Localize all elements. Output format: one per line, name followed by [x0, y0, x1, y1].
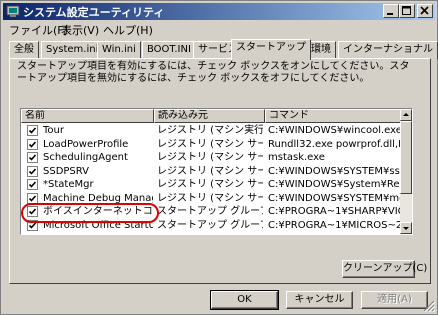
startup-item-checkbox[interactable]: [27, 219, 38, 231]
ok-button[interactable]: OK: [210, 290, 279, 310]
startup-item-row[interactable]: *StateMgr レジストリ (マシン サービス) C:¥WINDOWS¥Syst…: [21, 178, 401, 191]
checkmark-icon: [28, 167, 37, 175]
checkmark-icon: [28, 194, 37, 202]
startup-item-command: Rundll32.exe powrprof.dll,LoadCu: [268, 138, 400, 150]
startup-item-source: レジストリ (マシン実行): [157, 125, 263, 136]
startup-item-name: Tour: [43, 125, 64, 136]
scroll-down-button[interactable]: [400, 222, 412, 234]
startup-list[interactable]: 名前 読み込み元 コマンド Tour レジストリ (マシン実行) C:¥WINDOW…: [20, 108, 413, 235]
maximize-button[interactable]: [399, 4, 415, 18]
cleanup-button[interactable]: クリーンアップ(C): [342, 260, 427, 278]
startup-item-command: C:¥PROGRA~1¥SHARP¥VICALL: [268, 206, 400, 217]
menu-bar: ファイル(F) 表示(V) ヘルプ(H): [3, 21, 435, 38]
startup-item-row[interactable]: SSDPSRV レジストリ (マシン サービス) C:¥WINDOWS¥SYSTEM…: [21, 165, 401, 178]
menu-view[interactable]: 表示(V): [61, 22, 99, 38]
maximize-icon: [402, 6, 411, 15]
startup-item-command: C:¥WINDOWS¥System¥Restore¥: [268, 179, 400, 190]
startup-item-checkbox[interactable]: [27, 179, 38, 190]
startup-item-name: *StateMgr: [43, 179, 94, 190]
menu-file[interactable]: ファイル(F): [9, 22, 68, 38]
startup-item-command: mstask.exe: [268, 152, 325, 163]
startup-item-command: C:¥WINDOWS¥wincool.exe /30m: [268, 125, 400, 136]
close-button[interactable]: [417, 4, 433, 18]
column-header-name[interactable]: 名前: [21, 109, 154, 123]
checkmark-icon: [28, 154, 37, 161]
column-header-source[interactable]: 読み込み元: [154, 109, 265, 123]
cancel-button[interactable]: キャンセル: [286, 291, 353, 309]
checkmark-icon: [28, 140, 37, 148]
startup-item-row[interactable]: Tour レジストリ (マシン実行) C:¥WINDOWS¥wincool.exe …: [21, 124, 401, 137]
startup-item-row[interactable]: ボイスインターネットコールスタートアップ グループ C:¥PROGRA~1¥SHA…: [21, 205, 401, 218]
scroll-up-button[interactable]: [400, 109, 412, 121]
startup-item-checkbox[interactable]: [27, 125, 38, 136]
startup-item-checkbox[interactable]: [27, 192, 38, 204]
column-header-command[interactable]: コマンド: [265, 109, 402, 123]
scroll-thumb[interactable]: [400, 121, 412, 194]
checkmark-icon: [28, 221, 37, 229]
startup-item-name: ボイスインターネットコール: [43, 206, 153, 217]
scroll-down-icon: [403, 227, 409, 230]
tab-international[interactable]: インターナショナル: [338, 41, 438, 59]
startup-item-row[interactable]: SchedulingAgent レジストリ (マシン サービス) mstask.ex…: [21, 151, 401, 164]
checkmark-icon: [28, 181, 37, 188]
tab-general[interactable]: 全般: [9, 41, 39, 59]
startup-item-name: SchedulingAgent: [43, 152, 128, 163]
startup-item-name: SSDPSRV: [43, 165, 90, 177]
list-vertical-scrollbar[interactable]: [400, 109, 412, 234]
checkmark-icon: [28, 208, 37, 215]
startup-item-row[interactable]: Machine Debug Manager レジストリ (マシン サービス) C:¥…: [21, 192, 401, 205]
startup-item-command: C:¥WINDOWS¥SYSTEM¥ssdpsrv.: [268, 165, 400, 177]
minimize-button[interactable]: [383, 4, 399, 18]
checkmark-icon: [28, 127, 37, 134]
startup-item-source: スタートアップ グループ: [157, 219, 263, 231]
startup-item-name: Machine Debug Manager: [43, 192, 153, 204]
startup-item-checkbox[interactable]: [27, 206, 38, 217]
app-window: システム設定ユーティリティ ファイル(F) 表示(V) ヘルプ(H) 全般 Sy…: [0, 0, 438, 315]
startup-item-source: レジストリ (マシン サービス): [157, 165, 263, 177]
startup-item-source: スタートアップ グループ: [157, 206, 263, 217]
tab-startup[interactable]: スタートアップ: [231, 39, 311, 60]
startup-description: スタートアップ項目を有効にするには、チェック ボックスをオンにしてください。スタ…: [17, 61, 410, 84]
title-bar[interactable]: システム設定ユーティリティ: [3, 3, 435, 20]
menu-help[interactable]: ヘルプ(H): [103, 22, 153, 38]
tab-system-ini[interactable]: System.ini: [41, 41, 104, 59]
startup-item-checkbox[interactable]: [27, 138, 38, 150]
msconfig-icon: [6, 5, 20, 17]
close-icon: [420, 6, 429, 15]
resize-grip-icon[interactable]: [423, 300, 435, 312]
startup-item-command: C:¥PROGRA~1¥MICROS~2¥OFFI: [268, 219, 400, 231]
window-title: システム設定ユーティリティ: [23, 6, 165, 19]
apply-button: 適用(A): [361, 291, 428, 309]
startup-item-source: レジストリ (マシン サービス): [157, 192, 263, 204]
startup-item-row[interactable]: LoadPowerProfile レジストリ (マシン サービス) Rundll32…: [21, 138, 401, 151]
startup-item-row[interactable]: Microsoft Office StartUp スタートアップ グループ C:¥P…: [21, 219, 401, 232]
startup-item-checkbox[interactable]: [27, 165, 38, 177]
startup-item-name: LoadPowerProfile: [43, 138, 129, 150]
startup-item-checkbox[interactable]: [27, 152, 38, 163]
startup-item-source: レジストリ (マシン サービス): [157, 138, 263, 150]
scroll-up-icon: [403, 113, 409, 116]
startup-item-source: レジストリ (マシン サービス): [157, 152, 263, 163]
startup-item-command: C:¥WINDOWS¥SYSTEM¥mdm.EX: [268, 192, 400, 204]
tab-boot-ini[interactable]: BOOT.INI: [142, 41, 196, 59]
startup-item-name: Microsoft Office StartUp: [43, 219, 153, 231]
minimize-icon: [387, 13, 393, 15]
startup-item-source: レジストリ (マシン サービス): [157, 179, 263, 190]
tab-win-ini[interactable]: Win.ini: [97, 41, 141, 59]
tab-strip: 全般 System.ini Win.ini BOOT.INI サービス スタート…: [9, 39, 438, 60]
